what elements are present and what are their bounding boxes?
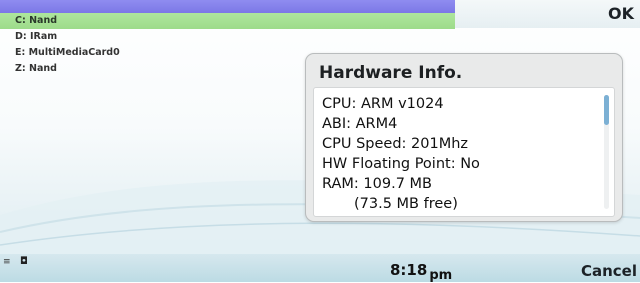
hardware-info-dialog: Hardware Info. CPU: ARM v1024 ABI: ARM4 … (305, 53, 623, 222)
drive-label: Z: Nand (15, 63, 57, 74)
clock-ampm: pm (429, 268, 453, 283)
abi-line: ABI: ARM4 (322, 116, 398, 132)
info-lines: CPU: ARM v1024 ABI: ARM4 CPU Speed: 201M… (322, 94, 480, 214)
drive-label: D: IRam (15, 31, 58, 42)
cpu-speed-line: CPU Speed: 201Mhz (322, 136, 469, 152)
scrollbar[interactable] (604, 95, 609, 209)
dialog-title: Hardware Info. (319, 63, 463, 83)
title-bar (0, 0, 455, 13)
dialog-body[interactable]: CPU: ARM v1024 ABI: ARM4 CPU Speed: 201M… (313, 87, 615, 217)
input-indicator-icon: ◘ (20, 256, 28, 267)
clock: 8:18 pm (390, 260, 452, 283)
cancel-button[interactable]: Cancel (581, 262, 637, 280)
softkey-area-top: OK (455, 0, 640, 28)
bottom-bar (0, 254, 640, 282)
ram-line: RAM: 109.7 MB (322, 176, 432, 192)
ok-button[interactable]: OK (608, 4, 634, 23)
hw-floating-point-line: HW Floating Point: No (322, 156, 480, 172)
clock-time: 8:18 (390, 261, 428, 279)
cpu-line: CPU: ARM v1024 (322, 96, 444, 112)
drive-item-c[interactable]: C: Nand (0, 13, 455, 29)
menu-indicator-icon: ≡ (3, 257, 11, 267)
drive-label: C: Nand (15, 15, 58, 26)
scroll-thumb[interactable] (604, 95, 609, 125)
drive-item-d[interactable]: D: IRam (0, 29, 455, 45)
ram-free-line: (73.5 MB free) (354, 196, 458, 212)
drive-label: E: MultiMediaCard0 (15, 47, 120, 58)
